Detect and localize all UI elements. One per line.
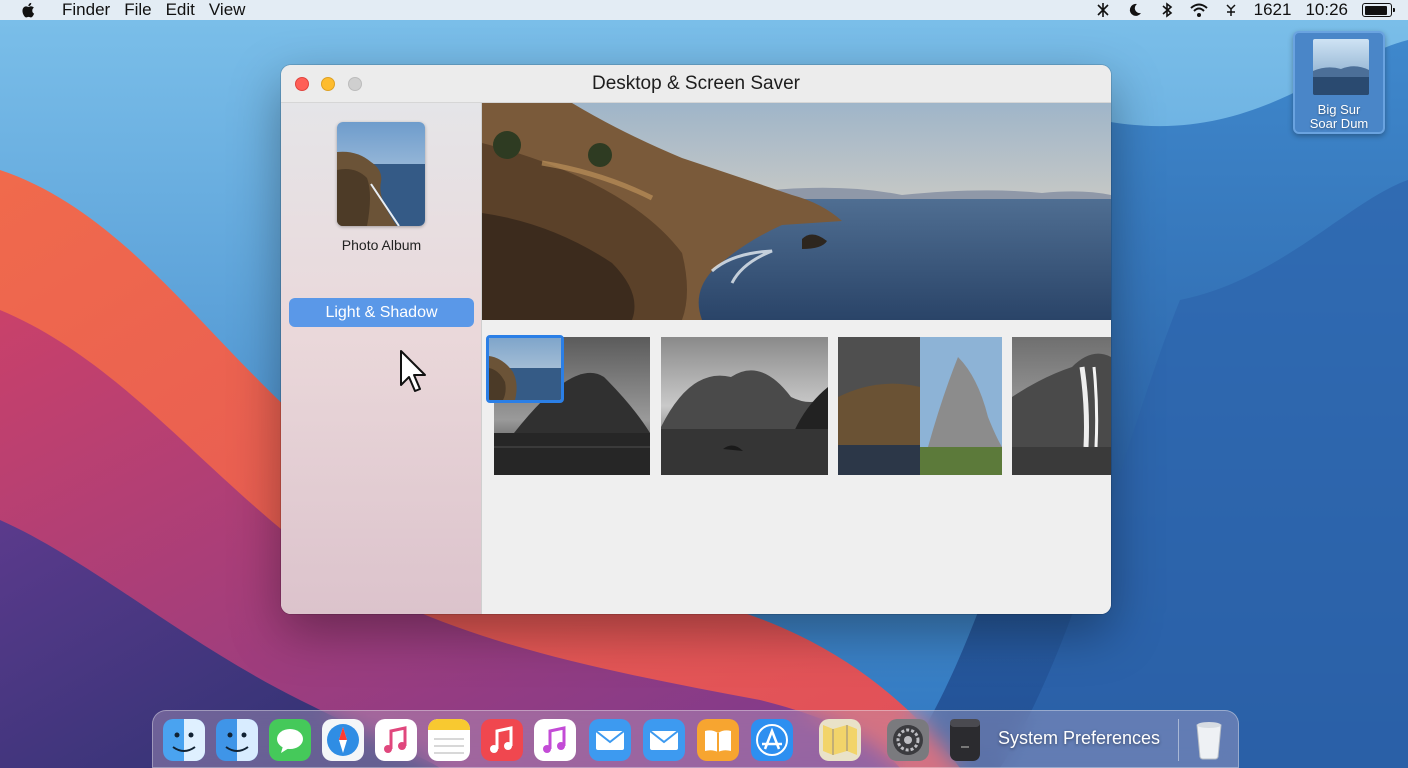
app-store-icon[interactable]	[751, 719, 793, 761]
wallpaper-preview	[482, 103, 1111, 320]
dock: System Preferences	[152, 710, 1239, 768]
maps-icon[interactable]	[819, 719, 861, 761]
dock-tooltip-label: System Preferences	[998, 728, 1161, 748]
wifi-icon[interactable]	[1189, 2, 1208, 18]
input-icon[interactable]	[1222, 2, 1240, 18]
apple-menu-icon[interactable]	[20, 1, 38, 19]
desktop-screen-saver-window: Desktop & Screen Saver Photo Album Light…	[281, 65, 1111, 614]
system-preferences-icon[interactable]	[887, 719, 929, 761]
messages-icon[interactable]	[269, 719, 311, 761]
menu-app-name[interactable]: Finder	[62, 0, 110, 20]
window-title: Desktop & Screen Saver	[591, 73, 801, 94]
sidebar-item-light-and-shadow[interactable]: Light & Shadow	[289, 298, 474, 327]
wallpaper-tile-2[interactable]	[661, 337, 828, 475]
wallpaper-tile-4[interactable]	[1012, 337, 1111, 475]
photo-album-label[interactable]: Photo Album	[281, 237, 482, 253]
selected-wallpaper-thumbnail[interactable]	[486, 335, 564, 403]
menu-file[interactable]: File	[124, 0, 151, 20]
mail-icon[interactable]	[643, 719, 685, 761]
itunes-icon[interactable]	[534, 719, 576, 761]
terminal-icon[interactable]	[944, 719, 986, 761]
moon-icon[interactable]	[1126, 2, 1144, 18]
menu-bar: Finder File Edit View 1621 10:26	[0, 0, 1408, 20]
finder-icon[interactable]	[216, 719, 258, 761]
notes-icon[interactable]	[428, 719, 470, 761]
desktop-file-thumbnail	[1313, 39, 1369, 95]
books-icon[interactable]	[697, 719, 739, 761]
title-bar[interactable]: Desktop & Screen Saver	[281, 65, 1111, 103]
finder-icon[interactable]	[163, 719, 205, 761]
battery-icon[interactable]	[1362, 3, 1395, 17]
wallpaper-tile-3[interactable]	[838, 337, 1002, 475]
desktop-file-icon[interactable]: Big Sur Soar Dum	[1293, 31, 1385, 134]
photo-album-thumbnail[interactable]	[337, 122, 425, 226]
bluetooth-icon[interactable]	[1158, 2, 1176, 18]
status-counter[interactable]: 1621	[1254, 0, 1292, 20]
safari-icon[interactable]	[322, 719, 364, 761]
menubar-clock[interactable]: 10:26	[1305, 0, 1348, 20]
menu-edit[interactable]: Edit	[166, 0, 195, 20]
itunes-icon[interactable]	[375, 719, 417, 761]
music-icon[interactable]	[481, 719, 523, 761]
network-icon[interactable]	[1094, 2, 1112, 18]
trash-icon[interactable]	[1188, 719, 1230, 761]
dock-separator	[1178, 719, 1179, 761]
sidebar: Photo Album Light & Shadow	[281, 103, 482, 614]
mail-icon[interactable]	[589, 719, 631, 761]
desktop-file-label: Big Sur Soar Dum	[1309, 102, 1369, 131]
menu-view[interactable]: View	[209, 0, 246, 20]
mouse-cursor-icon	[400, 350, 426, 392]
wallpaper-grid	[482, 320, 1111, 614]
